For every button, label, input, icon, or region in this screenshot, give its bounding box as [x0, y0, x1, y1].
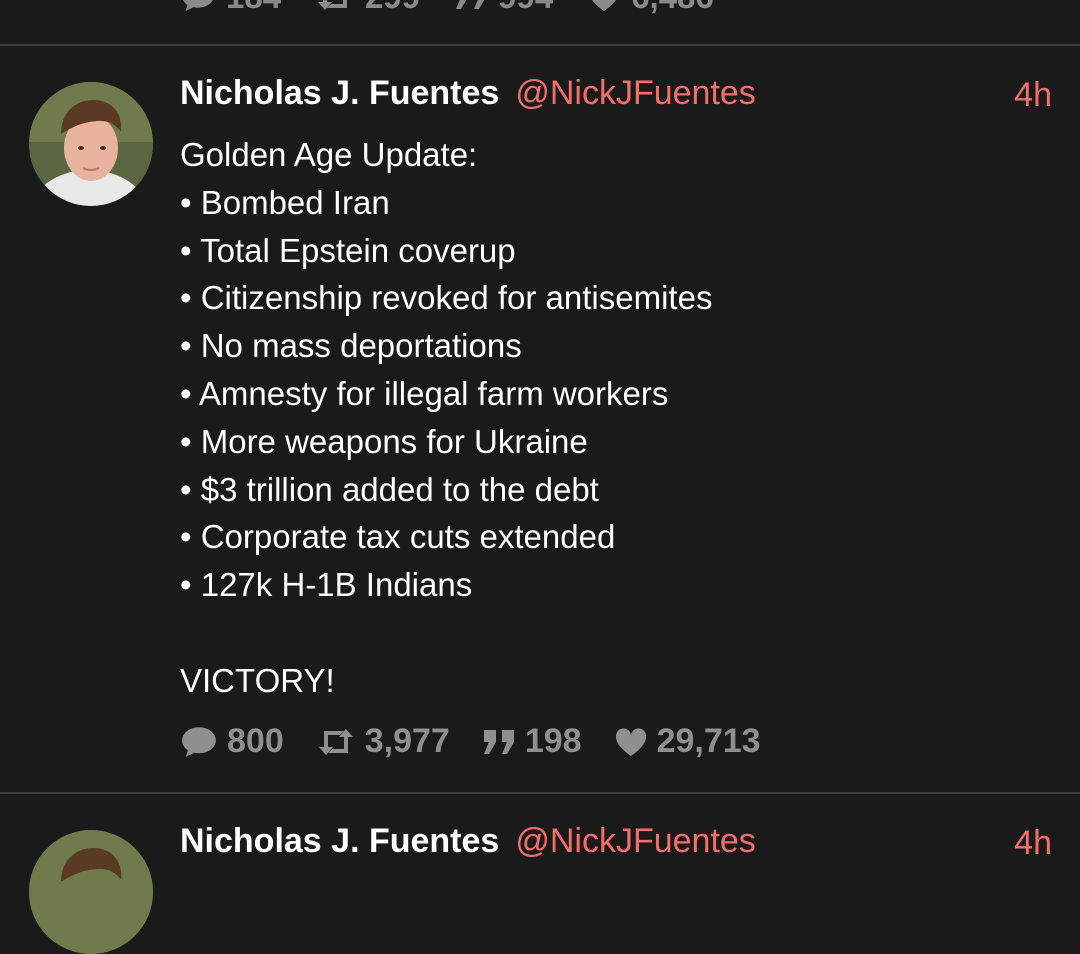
tweet-stats: 800 3,977 198 29,713 — [180, 722, 793, 761]
quote-icon — [483, 729, 514, 754]
tweet-line: • 127k H-1B Indians — [180, 566, 473, 604]
tweet-line: • Total Epstein coverup — [180, 231, 516, 269]
like-count: 29,713 — [656, 722, 761, 760]
next-tweet-header: Nicholas J. Fuentes @NickJFuentes — [180, 822, 756, 861]
reply-button[interactable]: 800 — [180, 722, 284, 761]
tweet-line: • Amnesty for illegal farm workers — [180, 374, 669, 412]
tweet-header: Nicholas J. Fuentes @NickJFuentes — [180, 74, 756, 113]
tweet-line: • $3 trillion added to the debt — [180, 470, 599, 508]
avatar[interactable] — [29, 82, 153, 206]
prev-like-stat[interactable]: 6,486 — [587, 0, 714, 16]
retweet-icon — [318, 0, 348, 10]
reply-icon — [183, 0, 213, 11]
prev-quote-count: 994 — [498, 0, 553, 16]
author-handle[interactable]: @NickJFuentes — [515, 74, 755, 113]
previous-tweet-stats: 184 299 994 6,486 — [180, 0, 714, 16]
next-avatar[interactable] — [29, 830, 153, 954]
prev-reply-stat[interactable]: 184 — [180, 0, 281, 16]
next-author-name[interactable]: Nicholas J. Fuentes — [180, 822, 499, 861]
tweet-timestamp[interactable]: 4h — [1014, 76, 1052, 115]
avatar-photo — [29, 830, 153, 954]
like-icon — [592, 0, 617, 11]
tweet-body: Golden Age Update: • Bombed Iran • Total… — [180, 131, 1040, 705]
next-tweet-timestamp[interactable]: 4h — [1014, 824, 1052, 863]
prev-retweet-count: 299 — [365, 0, 420, 16]
divider — [0, 44, 1080, 46]
retweet-count: 3,977 — [364, 722, 450, 760]
author-name[interactable]: Nicholas J. Fuentes — [180, 74, 499, 113]
tweet-line: VICTORY! — [180, 661, 335, 699]
quote-icon — [456, 0, 485, 9]
tweet-line: Golden Age Update: — [180, 136, 478, 173]
reply-count: 800 — [227, 722, 284, 760]
retweet-icon — [318, 728, 353, 755]
avatar-photo — [29, 82, 153, 206]
tweet-line: • Citizenship revoked for antisemites — [180, 279, 713, 317]
tweet-line: • No mass deportations — [180, 327, 522, 365]
quote-count: 198 — [524, 722, 582, 760]
prev-reply-count: 184 — [226, 0, 281, 16]
tweet-line: • Bombed Iran — [180, 183, 390, 221]
next-author-handle[interactable]: @NickJFuentes — [515, 822, 755, 861]
prev-quote-stat[interactable]: 994 — [454, 0, 553, 16]
like-button[interactable]: 29,713 — [614, 722, 761, 761]
retweet-button[interactable]: 3,977 — [316, 722, 450, 761]
tweet-line: • Corporate tax cuts extended — [180, 518, 616, 556]
quote-button[interactable]: 198 — [482, 722, 582, 761]
prev-retweet-stat[interactable]: 299 — [315, 0, 420, 16]
like-icon — [615, 727, 646, 756]
divider — [0, 792, 1080, 794]
reply-icon — [182, 726, 216, 757]
prev-like-count: 6,486 — [631, 0, 714, 16]
tweet-line: • More weapons for Ukraine — [180, 422, 588, 460]
